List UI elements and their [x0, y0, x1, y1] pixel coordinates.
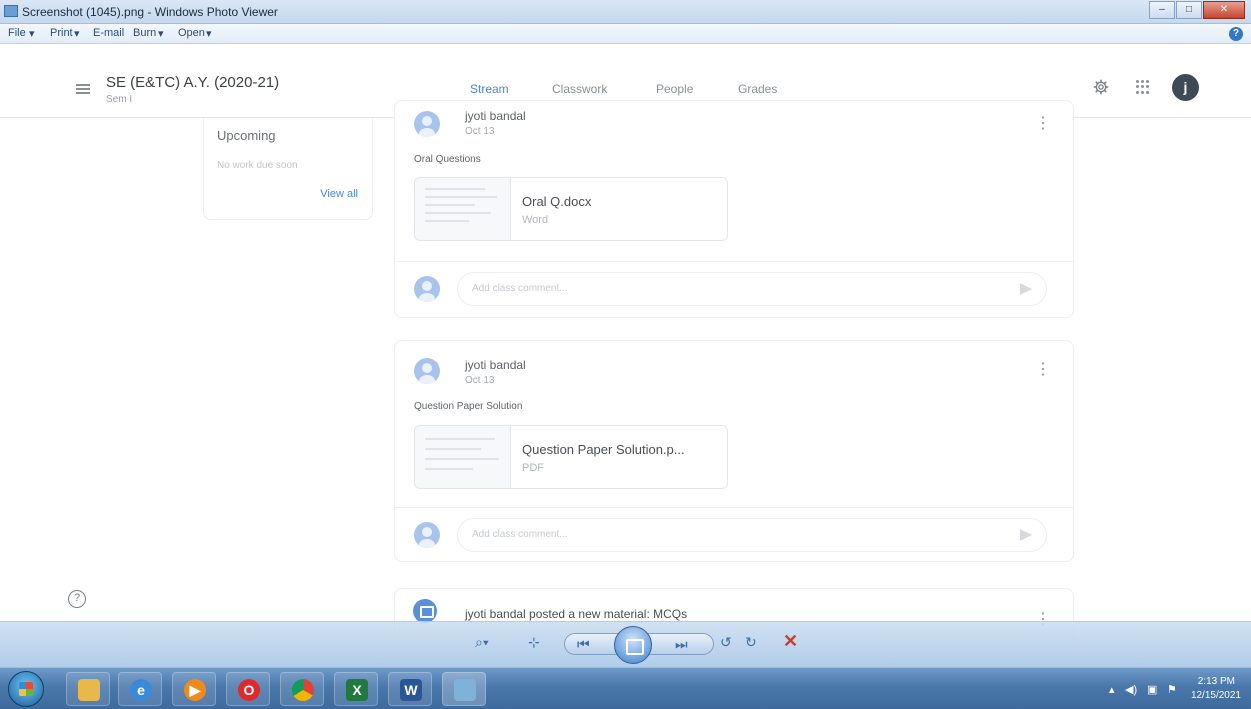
photo-viewer-taskbar-button[interactable]	[442, 672, 486, 706]
attachment-type: Word	[522, 214, 549, 226]
menu-email[interactable]: E-mail	[93, 27, 124, 39]
internet-explorer-taskbar-button[interactable]: e	[118, 672, 162, 706]
menu-open[interactable]: Open	[178, 27, 205, 39]
maximize-button[interactable]: □	[1176, 1, 1202, 19]
menu-burn-dropdown[interactable]: ▾	[158, 27, 164, 40]
google-apps-icon[interactable]	[1136, 80, 1150, 94]
start-button[interactable]	[8, 671, 44, 707]
menu-burn[interactable]: Burn	[133, 27, 156, 39]
word-icon: W	[400, 679, 422, 701]
close-window-button[interactable]: ✕	[1203, 1, 1245, 19]
chrome-taskbar-button[interactable]	[280, 672, 324, 706]
menu-print[interactable]: Print	[50, 27, 73, 39]
zoom-icon[interactable]: ⌕▾	[475, 634, 489, 651]
post-author: jyoti bandal	[465, 358, 526, 372]
menu-bar: File ▾ Print ▾ E-mail Burn ▾ Open ▾ ?	[0, 24, 1251, 44]
photo-viewer-icon	[454, 679, 476, 701]
post-date: Oct 13	[465, 126, 495, 137]
comment-row: Add class comment...	[395, 261, 1073, 317]
media-player-icon: ▶	[184, 679, 206, 701]
stream-post: jyoti bandal Oct 13 ⋮ Oral Questions Ora…	[394, 100, 1074, 318]
material-post-title: jyoti bandal posted a new material: MCQs	[465, 607, 688, 621]
class-comment-input[interactable]: Add class comment...	[457, 272, 1047, 306]
commenter-avatar	[414, 522, 440, 548]
post-author: jyoti bandal	[465, 109, 526, 123]
upcoming-card: Upcoming No work due soon View all	[203, 118, 373, 220]
class-section: Sem I	[106, 94, 133, 105]
window-title: Screenshot (1045).png - Windows Photo Vi…	[22, 5, 278, 19]
send-icon[interactable]	[1020, 283, 1032, 295]
send-icon[interactable]	[1020, 529, 1032, 541]
stream-post: jyoti bandal Oct 13 ⋮ Question Paper Sol…	[394, 340, 1074, 562]
class-comment-input[interactable]: Add class comment...	[457, 518, 1047, 552]
class-name[interactable]: SE (E&TC) A.Y. (2020-21)	[106, 74, 279, 91]
tab-people[interactable]: People	[656, 82, 693, 96]
view-all-link[interactable]: View all	[320, 188, 358, 200]
word-taskbar-button[interactable]: W	[388, 672, 432, 706]
chrome-icon	[292, 679, 314, 701]
network-icon[interactable]: ▣	[1147, 683, 1157, 696]
window-titlebar: Screenshot (1045).png - Windows Photo Vi…	[0, 0, 1251, 24]
media-taskbar-button[interactable]: ▶	[172, 672, 216, 706]
comment-row: Add class comment...	[395, 507, 1073, 563]
attachment-type: PDF	[522, 462, 544, 474]
clock-date[interactable]: 12/15/2021	[1191, 690, 1241, 701]
delete-icon[interactable]: ✕	[783, 631, 798, 652]
photo-viewer-controls: ⌕▾ ⊹ ⏮ ⏭ ↺ ↻ ✕	[0, 621, 1251, 667]
post-text: Question Paper Solution	[414, 401, 523, 412]
gear-icon[interactable]	[1093, 79, 1109, 95]
excel-taskbar-button[interactable]: X	[334, 672, 378, 706]
photo-viewer-app-icon	[4, 5, 18, 17]
account-avatar[interactable]: j	[1172, 74, 1199, 101]
help-icon[interactable]: ?	[1229, 27, 1243, 41]
clock-time[interactable]: 2:13 PM	[1198, 676, 1235, 687]
tab-stream[interactable]: Stream	[470, 82, 509, 96]
window-controls: – □ ✕	[1148, 1, 1245, 19]
next-icon[interactable]: ⏭	[675, 636, 688, 653]
author-avatar	[414, 358, 440, 384]
excel-icon: X	[346, 679, 368, 701]
upcoming-heading: Upcoming	[217, 128, 276, 143]
explorer-taskbar-button[interactable]	[66, 672, 110, 706]
material-icon	[413, 599, 437, 623]
previous-icon[interactable]: ⏮	[577, 636, 590, 653]
folder-icon	[78, 679, 100, 701]
slideshow-button[interactable]	[614, 626, 652, 664]
post-text: Oral Questions	[414, 154, 481, 165]
author-avatar	[414, 111, 440, 137]
commenter-avatar	[414, 276, 440, 302]
menu-file[interactable]: File	[8, 27, 26, 39]
system-tray: ▴ ◀) ▣ ⚑ 2:13 PM 12/15/2021	[1091, 668, 1251, 709]
actual-size-icon[interactable]: ⊹	[528, 634, 540, 651]
menu-file-dropdown[interactable]: ▾	[29, 27, 35, 40]
attachment-name: Oral Q.docx	[522, 194, 592, 209]
rotate-counterclockwise-icon[interactable]: ↺	[720, 634, 732, 651]
attachment-name: Question Paper Solution.p...	[522, 442, 685, 457]
minimize-button[interactable]: –	[1149, 1, 1175, 19]
hamburger-menu-icon[interactable]	[76, 84, 90, 94]
attachment-card[interactable]: Question Paper Solution.p... PDF	[414, 425, 728, 489]
help-circle-icon[interactable]: ?	[68, 590, 86, 608]
rotate-clockwise-icon[interactable]: ↻	[745, 634, 757, 651]
menu-open-dropdown[interactable]: ▾	[206, 27, 212, 40]
tab-classwork[interactable]: Classwork	[552, 82, 607, 96]
document-thumbnail	[415, 178, 511, 240]
opera-taskbar-button[interactable]: O	[226, 672, 270, 706]
show-hidden-icons-icon[interactable]: ▴	[1109, 683, 1115, 696]
tab-grades[interactable]: Grades	[738, 82, 777, 96]
document-thumbnail	[415, 426, 511, 488]
action-center-flag-icon[interactable]: ⚑	[1167, 683, 1177, 696]
volume-icon[interactable]: ◀)	[1125, 683, 1137, 696]
menu-print-dropdown[interactable]: ▾	[74, 27, 80, 40]
post-date: Oct 13	[465, 375, 495, 386]
post-more-options-icon[interactable]: ⋮	[1035, 362, 1051, 378]
windows-taskbar: e ▶ O X W ▴ ◀) ▣ ⚑ 2:13 PM 12/15/2021	[0, 667, 1251, 709]
no-work-due-text: No work due soon	[217, 160, 298, 171]
opera-icon: O	[238, 679, 260, 701]
attachment-card[interactable]: Oral Q.docx Word	[414, 177, 728, 241]
post-more-options-icon[interactable]: ⋮	[1035, 116, 1051, 132]
internet-explorer-icon: e	[130, 679, 152, 701]
